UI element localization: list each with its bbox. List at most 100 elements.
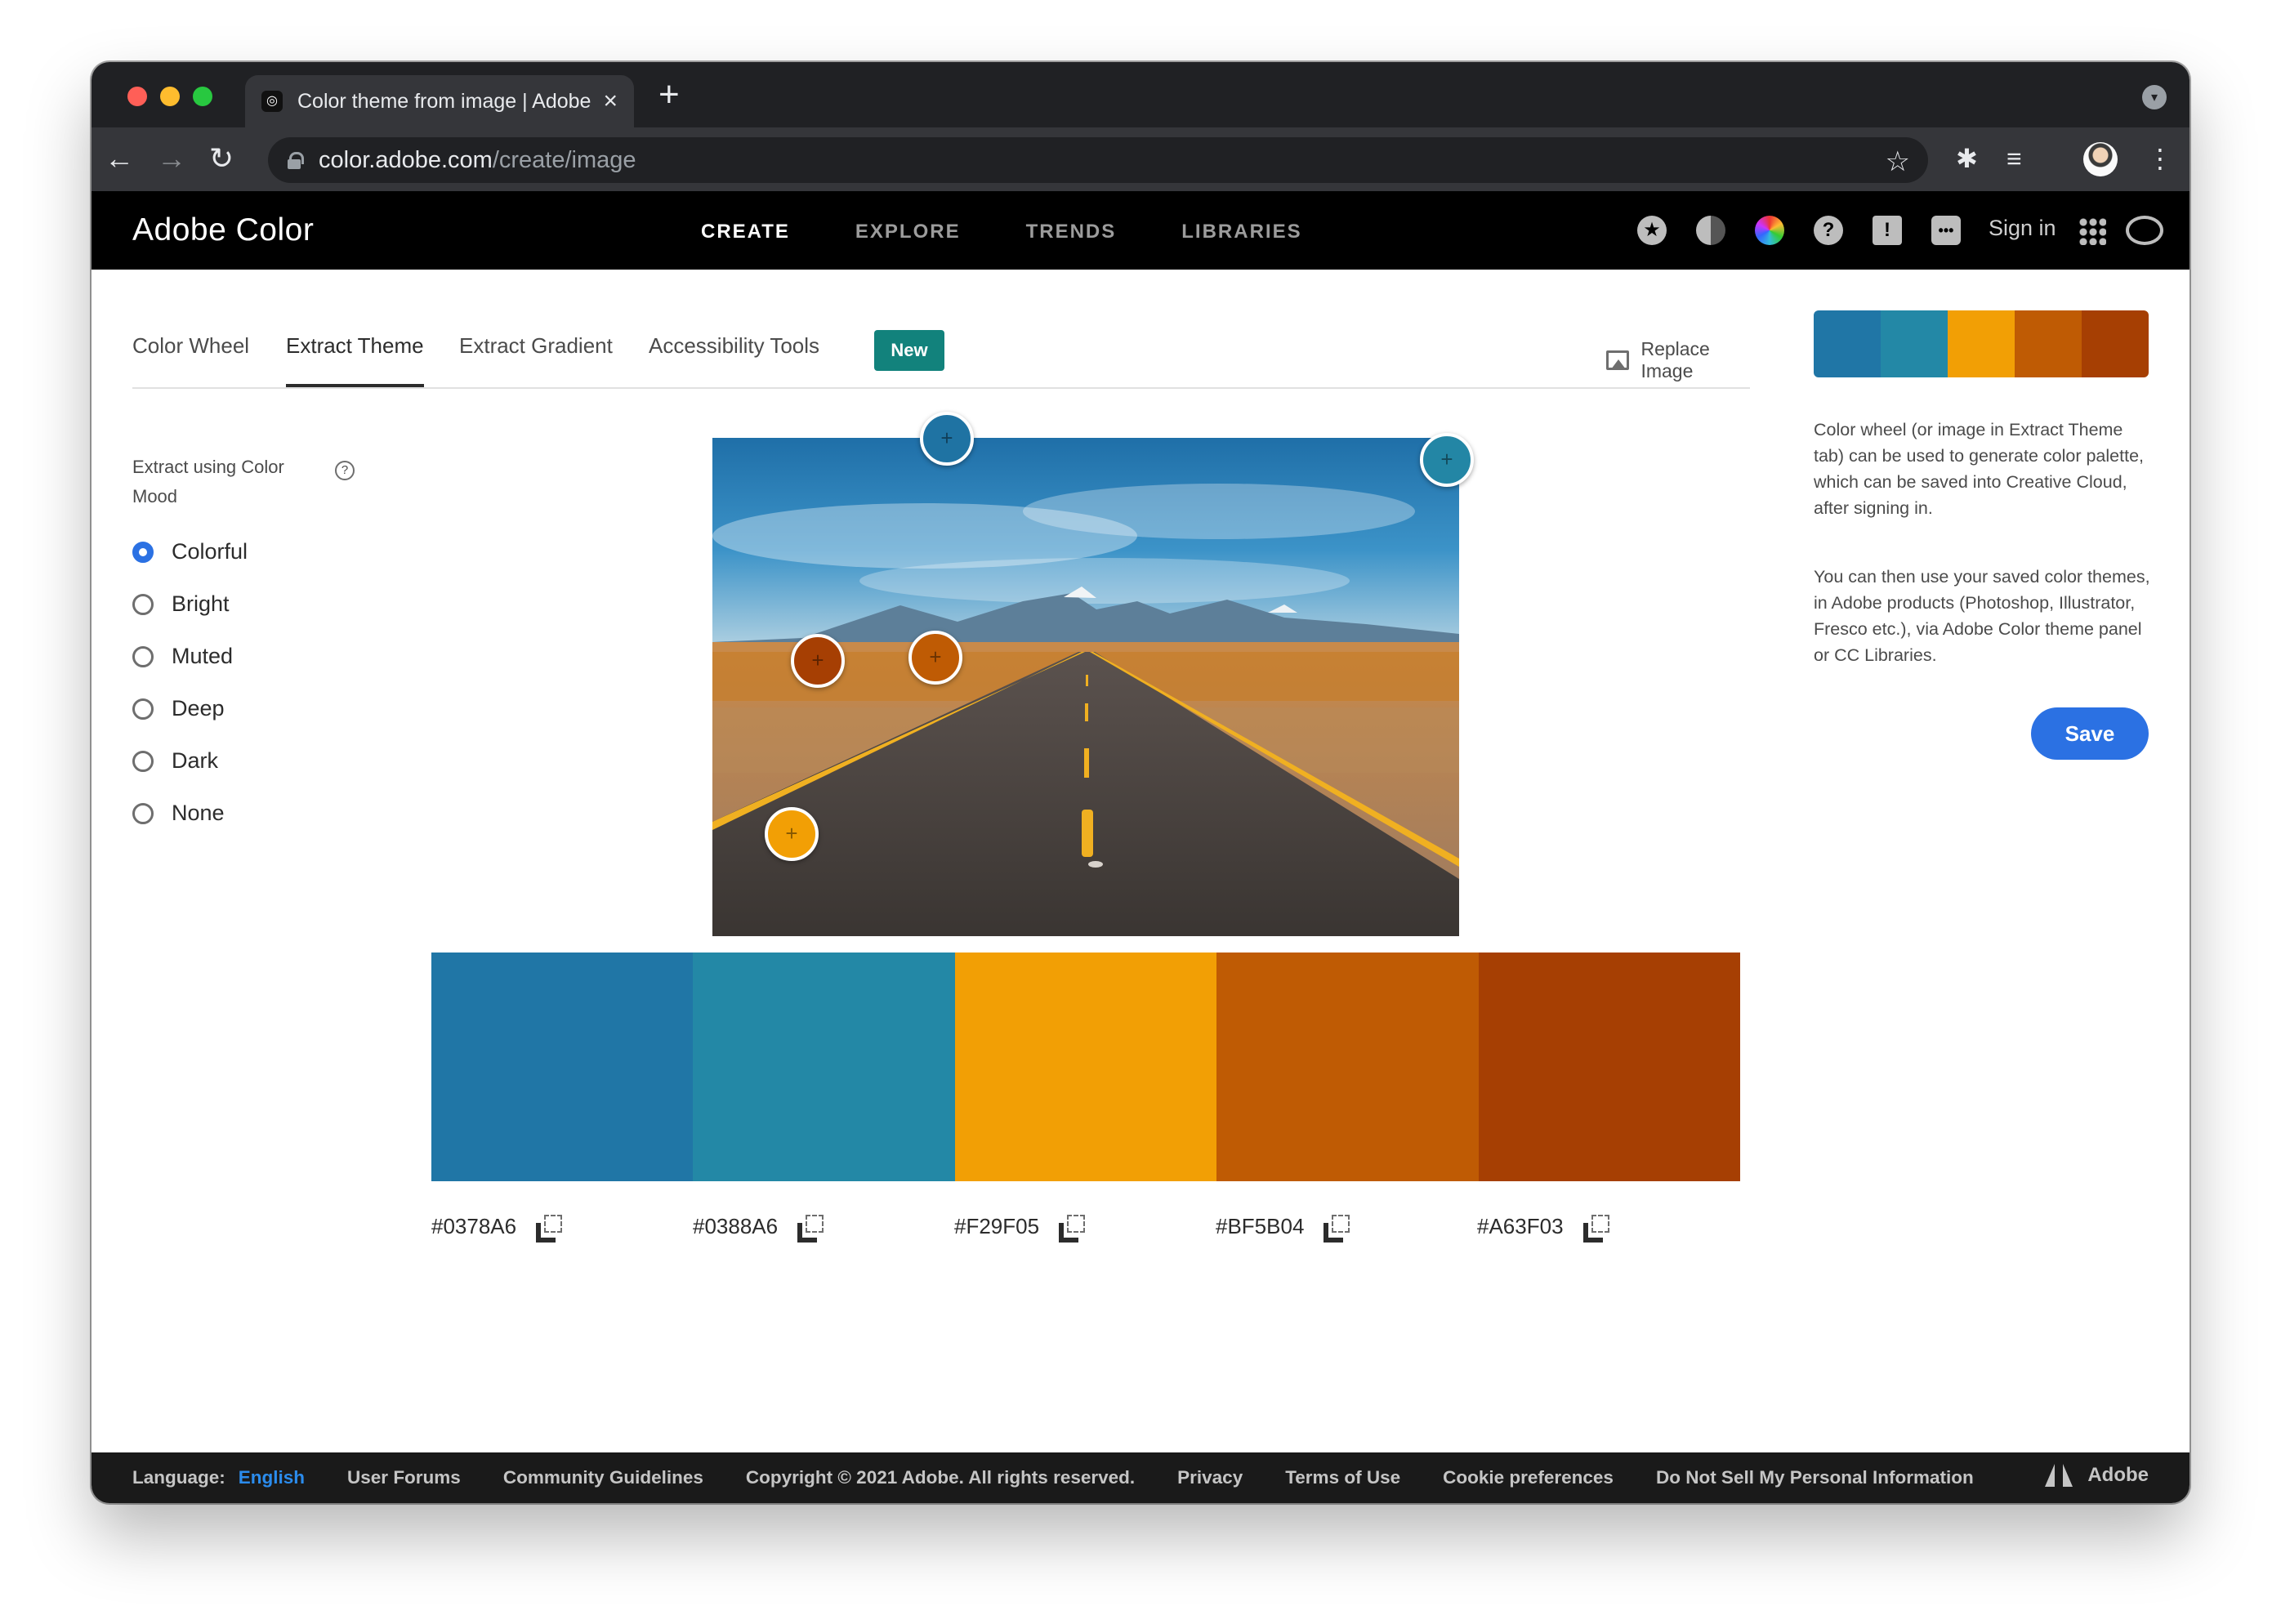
extensions-icon[interactable]: ✱ [1956, 142, 1978, 175]
mood-option-label: Dark [172, 748, 219, 773]
nav-create[interactable]: CREATE [701, 221, 790, 243]
hex-value[interactable]: #A63F03 [1477, 1214, 1564, 1239]
hex-code-3: #F29F05 [954, 1214, 1086, 1243]
copy-icon[interactable] [1059, 1214, 1086, 1243]
tab-extract-gradient[interactable]: Extract Gradient [459, 333, 613, 359]
media-queue-icon[interactable]: ≡ [2006, 142, 2022, 175]
moon-icon[interactable] [1696, 216, 1725, 245]
preview-swatch [1948, 310, 2015, 377]
hex-value[interactable]: #0388A6 [693, 1214, 778, 1239]
bookmark-star-icon[interactable]: ☆ [1886, 145, 1910, 178]
theme-preview [1814, 310, 2149, 377]
swatch-5[interactable] [1478, 953, 1741, 1181]
url-path: /create/image [492, 146, 636, 173]
save-button[interactable]: Save [2031, 707, 2149, 760]
sign-in-link[interactable]: Sign in [1989, 216, 2056, 241]
radio-selected-icon[interactable] [132, 541, 154, 563]
copy-icon[interactable] [536, 1214, 563, 1243]
color-picker-marker[interactable]: + [765, 807, 819, 861]
new-tab-button[interactable]: + [658, 77, 680, 113]
replace-image-label: Replace Image [1640, 338, 1710, 381]
mood-option-none[interactable]: None [132, 801, 225, 826]
chat-icon[interactable]: ••• [1931, 216, 1961, 245]
mood-option-label: Muted [172, 644, 234, 668]
mood-option-deep[interactable]: Deep [132, 696, 225, 721]
main-nav: CREATE EXPLORE TRENDS LIBRARIES [701, 221, 1368, 243]
radio-icon[interactable] [132, 802, 154, 824]
help-icon[interactable]: ? [1814, 216, 1843, 245]
hex-code-4: #BF5B04 [1216, 1214, 1350, 1243]
browser-tab[interactable]: ◎ Color theme from image | Adobe Color × [245, 75, 634, 127]
footer-link[interactable]: Terms of Use [1285, 1467, 1400, 1488]
brand-logo[interactable]: Adobe Color [132, 212, 314, 248]
reload-icon[interactable]: ↻ [209, 142, 234, 175]
minimize-window-button[interactable] [160, 87, 180, 106]
radio-icon[interactable] [132, 645, 154, 667]
address-bar[interactable]: color.adobe.com /create/image ☆ [268, 137, 1928, 183]
new-badge: New [874, 330, 944, 371]
swatch-1[interactable] [431, 953, 694, 1181]
color-picker-marker[interactable]: + [791, 634, 845, 688]
hex-value[interactable]: #F29F05 [954, 1214, 1039, 1239]
tab-accessibility-tools[interactable]: Accessibility Tools [649, 333, 819, 359]
mood-option-colorful[interactable]: Colorful [132, 539, 248, 564]
radio-icon[interactable] [132, 698, 154, 720]
profile-avatar[interactable] [2083, 142, 2118, 176]
browser-menu-icon[interactable]: ⋮ [2147, 142, 2173, 175]
footer-link[interactable]: Cookie preferences [1443, 1467, 1614, 1488]
feedback-icon[interactable]: ! [1873, 216, 1902, 245]
hex-value[interactable]: #0378A6 [431, 1214, 516, 1239]
mood-option-label: None [172, 801, 225, 825]
copyright-text: Copyright © 2021 Adobe. All rights reser… [745, 1467, 1136, 1488]
color-picker-marker[interactable]: + [920, 412, 974, 466]
copy-icon[interactable] [1582, 1214, 1609, 1243]
close-window-button[interactable] [127, 87, 147, 106]
star-badge-icon[interactable]: ★ [1637, 216, 1667, 245]
creative-cloud-icon[interactable] [2126, 216, 2163, 245]
color-wheel-icon[interactable] [1755, 216, 1784, 245]
swatch-2[interactable] [693, 953, 955, 1181]
mood-option-dark[interactable]: Dark [132, 748, 218, 774]
hex-code-5: #A63F03 [1477, 1214, 1609, 1243]
maximize-window-button[interactable] [193, 87, 212, 106]
footer-link[interactable]: User Forums [347, 1467, 461, 1488]
footer-link[interactable]: Do Not Sell My Personal Information [1656, 1467, 1974, 1488]
mood-option-bright[interactable]: Bright [132, 591, 230, 617]
tab-search-icon[interactable]: ▾ [2142, 85, 2167, 109]
nav-libraries[interactable]: LIBRARIES [1181, 221, 1301, 243]
copy-icon[interactable] [1324, 1214, 1350, 1243]
footer-link[interactable]: Community Guidelines [503, 1467, 703, 1488]
color-picker-marker[interactable]: + [1420, 433, 1474, 487]
swatch-3[interactable] [954, 953, 1217, 1181]
adobe-footer-logo[interactable]: Adobe [2045, 1464, 2149, 1487]
copy-icon[interactable] [797, 1214, 824, 1243]
info-text: You can then use your saved color themes… [1814, 567, 2150, 665]
mood-option-label: Bright [172, 591, 230, 616]
swatch-4[interactable] [1216, 953, 1479, 1181]
color-picker-marker[interactable]: + [908, 631, 962, 685]
close-tab-icon[interactable]: × [603, 87, 618, 115]
tab-extract-theme[interactable]: Extract Theme [286, 333, 424, 387]
hex-code-2: #0388A6 [693, 1214, 824, 1243]
forward-icon[interactable]: → [157, 142, 186, 175]
adobe-logo-icon [2045, 1464, 2073, 1487]
road-landscape-image [712, 438, 1459, 936]
help-icon[interactable]: ? [335, 461, 355, 480]
nav-explore[interactable]: EXPLORE [855, 221, 961, 243]
radio-icon[interactable] [132, 593, 154, 615]
url-host: color.adobe.com [319, 146, 493, 173]
apps-grid-icon[interactable] [2078, 217, 2106, 245]
preview-swatch [2015, 310, 2082, 377]
replace-image-button[interactable]: Replace Image [1606, 338, 1750, 382]
footer-link[interactable]: Privacy [1177, 1467, 1243, 1488]
radio-icon[interactable] [132, 750, 154, 772]
source-photo[interactable] [712, 438, 1459, 936]
back-icon[interactable]: ← [105, 142, 134, 175]
hex-value[interactable]: #BF5B04 [1216, 1214, 1304, 1239]
nav-trends[interactable]: TRENDS [1026, 221, 1117, 243]
tab-color-wheel[interactable]: Color Wheel [132, 333, 249, 359]
app-header: Adobe Color CREATE EXPLORE TRENDS LIBRAR… [92, 191, 2189, 270]
language-selector[interactable]: English [239, 1467, 305, 1488]
footer-links: Language: English User Forums Community … [132, 1467, 2016, 1488]
mood-option-muted[interactable]: Muted [132, 644, 233, 669]
